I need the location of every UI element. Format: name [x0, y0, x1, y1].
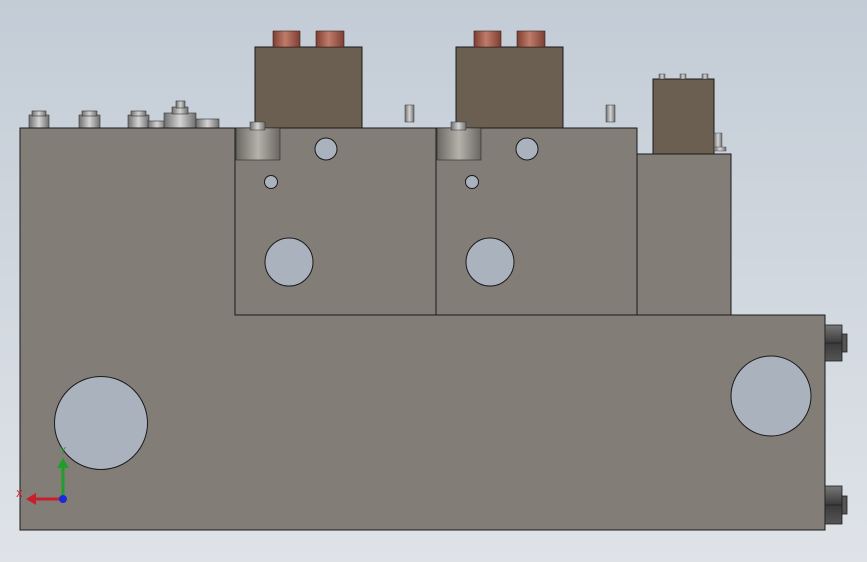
- pocket-1: [235, 127, 281, 161]
- fitting-1: [28, 114, 50, 129]
- hole-1-medium: [264, 237, 314, 287]
- model-drawing[interactable]: Y X: [0, 0, 867, 562]
- end-solenoid[interactable]: [652, 78, 715, 155]
- z-axis-dot: [59, 495, 67, 503]
- fitting-3: [127, 114, 150, 129]
- hole-2-small: [515, 137, 539, 161]
- y-axis-label: Y: [59, 446, 67, 457]
- upper-left-body[interactable]: [19, 127, 236, 316]
- port-hole-right: [730, 355, 812, 437]
- pin-2: [605, 104, 616, 123]
- pocket-2: [436, 127, 482, 161]
- fitting-6: [195, 118, 220, 129]
- x-axis-label: X: [16, 489, 23, 500]
- fitting-4: [147, 120, 167, 129]
- hole-2-medium: [465, 237, 515, 287]
- fitting-2: [78, 114, 101, 129]
- fitting-5: [163, 112, 197, 129]
- coil-cap-2a: [473, 30, 502, 48]
- hole-1-small: [314, 137, 338, 161]
- hole-2-tiny: [465, 175, 479, 189]
- pin-1: [404, 104, 415, 123]
- coil-cap-1a: [272, 30, 301, 48]
- cad-viewport[interactable]: Y X: [0, 0, 867, 562]
- coil-cap-1b: [315, 30, 345, 48]
- solenoid-1[interactable]: [254, 46, 363, 129]
- hole-1-tiny: [264, 175, 278, 189]
- port-hole-left: [54, 376, 148, 470]
- coil-cap-2b: [516, 30, 546, 48]
- solenoid-2[interactable]: [455, 46, 564, 129]
